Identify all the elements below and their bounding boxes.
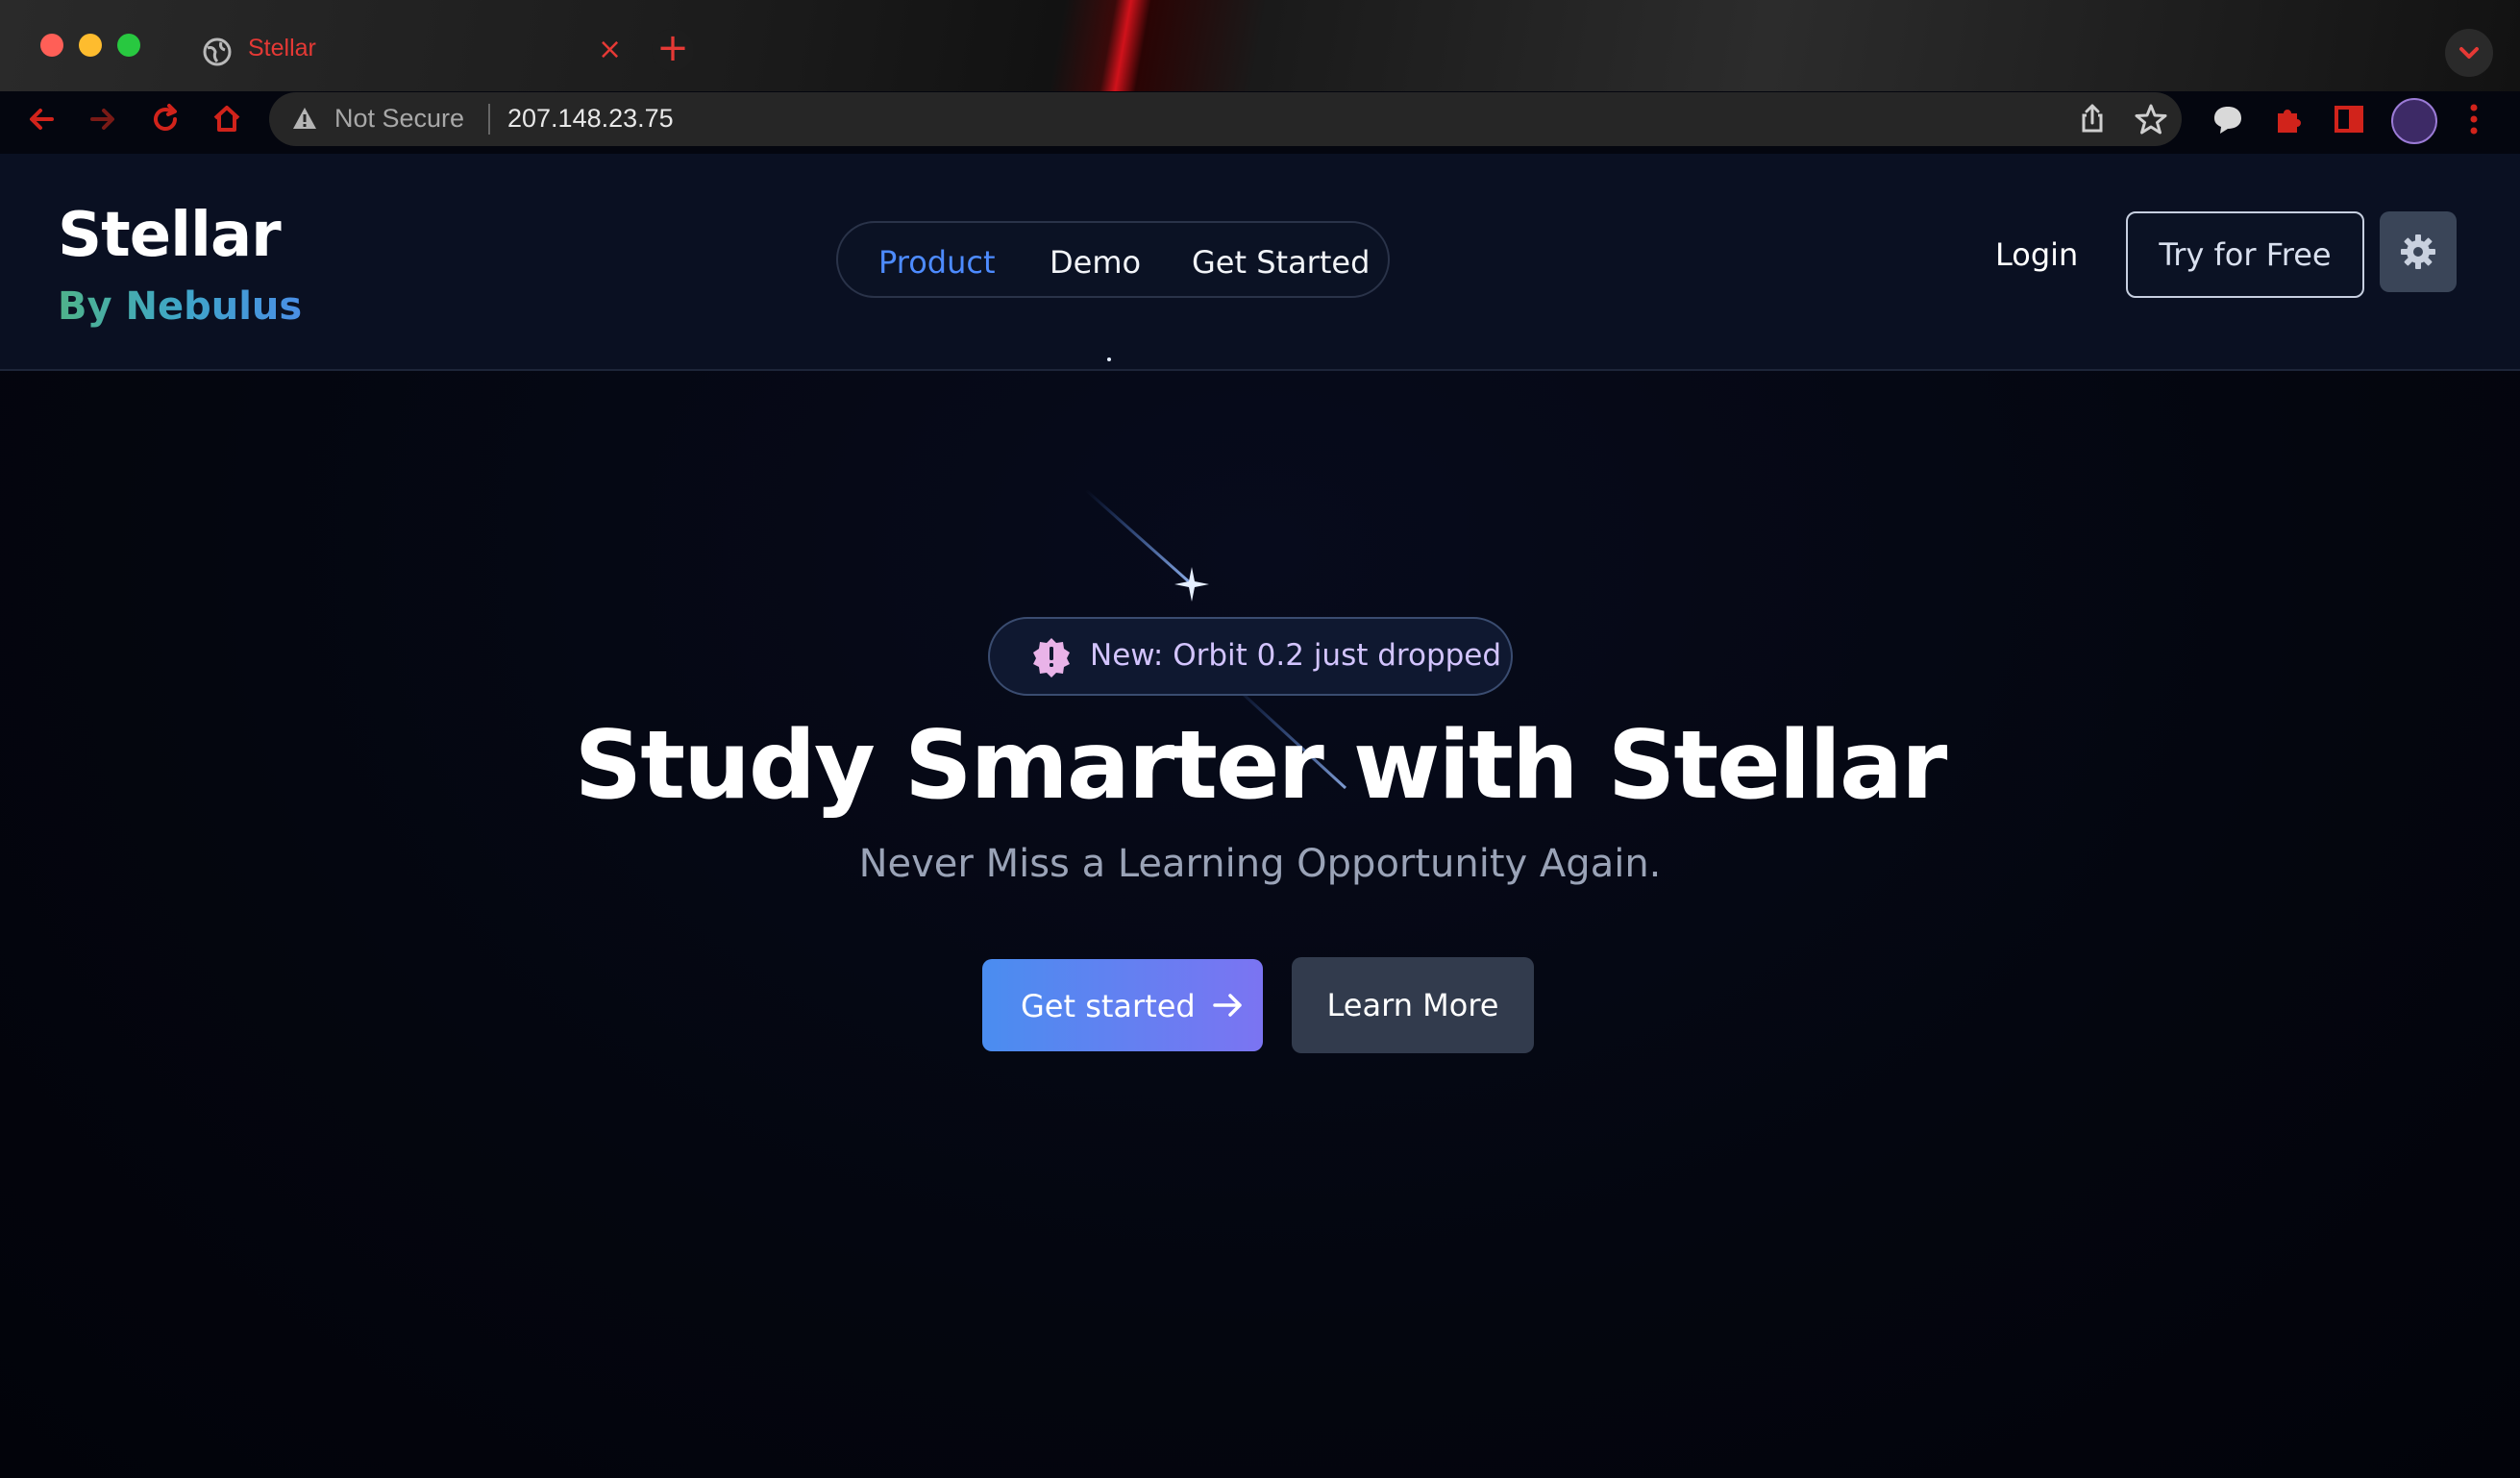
tab-close-icon[interactable]: × [598, 33, 622, 66]
new-tab-button[interactable]: + [652, 29, 694, 71]
browser-window: Stellar × + Not Secure 207.148.23.75 Ste… [0, 0, 2520, 1478]
brand-logo-text[interactable]: Stellar [58, 200, 282, 271]
login-link[interactable]: Login [1995, 236, 2078, 273]
nav-demo-link[interactable]: Demo [1050, 244, 1141, 281]
announcement-text: New: Orbit 0.2 just dropped [1090, 638, 1502, 673]
forward-arrow-icon[interactable] [83, 100, 121, 138]
url-text[interactable]: 207.148.23.75 [507, 104, 674, 134]
globe-icon [203, 37, 232, 66]
profile-avatar[interactable] [2391, 98, 2437, 144]
security-status[interactable]: Not Secure [334, 104, 464, 134]
back-arrow-icon[interactable] [23, 100, 62, 138]
nav-product-link[interactable]: Product [878, 244, 996, 281]
address-divider [488, 104, 490, 135]
window-minimize-button[interactable] [79, 34, 102, 57]
learn-more-button[interactable]: Learn More [1292, 957, 1534, 1053]
main-nav: Product Demo Get Started [836, 221, 1390, 298]
more-vertical-icon[interactable] [2468, 100, 2480, 138]
get-started-label: Get started [1021, 988, 1196, 1024]
announcement-badge[interactable]: New: Orbit 0.2 just dropped [988, 617, 1513, 696]
get-started-button[interactable]: Get started [982, 959, 1263, 1051]
puzzle-extension-icon[interactable] [2270, 102, 2305, 136]
site-header: Stellar By Nebulus Product Demo Get Star… [0, 154, 2520, 371]
warning-icon [293, 108, 316, 129]
chevron-down-icon [2459, 47, 2479, 59]
arrow-right-icon [1213, 994, 1242, 1017]
reload-icon[interactable] [146, 100, 185, 138]
try-for-free-button[interactable]: Try for Free [2126, 211, 2364, 298]
brand-byline: By Nebulus [58, 284, 303, 329]
browser-tab[interactable]: Stellar × [183, 13, 634, 90]
tab-title: Stellar [248, 35, 316, 62]
hero-subheadline: Never Miss a Learning Opportunity Again. [858, 842, 1662, 886]
home-icon[interactable] [208, 100, 246, 138]
gear-icon [2401, 234, 2435, 269]
share-icon[interactable] [2076, 102, 2109, 135]
window-maximize-button[interactable] [117, 34, 140, 57]
settings-button[interactable] [2380, 211, 2457, 292]
tab-search-button[interactable] [2445, 29, 2493, 77]
alert-badge-icon [1033, 638, 1070, 677]
window-close-button[interactable] [40, 34, 63, 57]
bookmark-star-icon[interactable] [2134, 102, 2168, 136]
hero-headline: Study Smarter with Stellar [574, 711, 1948, 821]
shooting-star-decoration [1085, 488, 1209, 602]
address-bar[interactable]: Not Secure 207.148.23.75 [269, 92, 2182, 146]
nav-get-started-link[interactable]: Get Started [1192, 244, 1370, 281]
tab-bar: Stellar × + [0, 0, 2520, 96]
sidebar-toggle-icon[interactable] [2332, 102, 2366, 136]
page-viewport: Stellar By Nebulus Product Demo Get Star… [0, 154, 2520, 1478]
chat-bubble-extension-icon[interactable] [2211, 102, 2245, 136]
